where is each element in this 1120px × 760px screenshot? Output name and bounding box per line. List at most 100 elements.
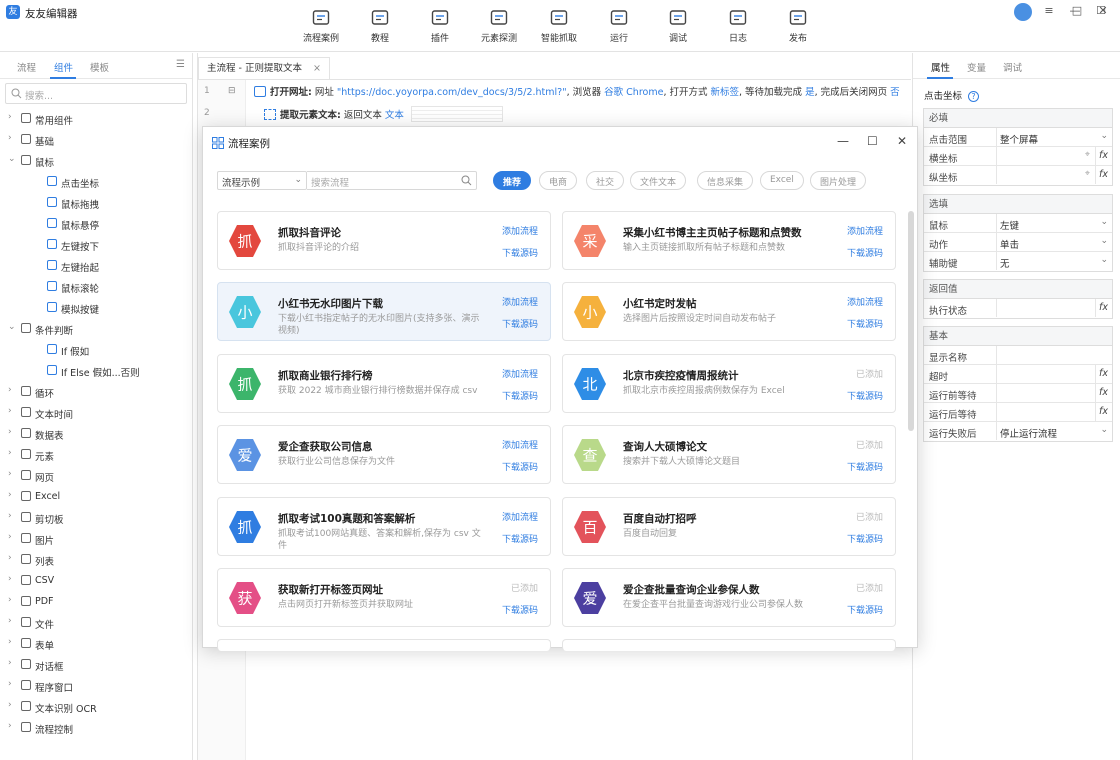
code-line-extract-text[interactable]: 提取元素文本: 返回文本 文本 — [264, 106, 503, 122]
toolbar-button-element-detect[interactable]: 元素探测 — [472, 8, 526, 44]
toolbar-button-plugin[interactable]: 插件 — [413, 8, 467, 44]
tree-group[interactable]: › 网页 — [0, 467, 192, 486]
property-input[interactable] — [996, 346, 1110, 364]
tree-group[interactable]: › 数据表 — [0, 425, 192, 444]
chevron-down-icon[interactable]: ⌄ — [1100, 217, 1108, 227]
case-card[interactable]: 百 百度自动打招呼 百度自动回复 已添加 下载源码 — [562, 497, 896, 556]
tree-item[interactable]: If 假如 — [0, 341, 192, 360]
tree-item[interactable]: 鼠标滚轮 — [0, 278, 192, 297]
toolbar-button-run[interactable]: 运行 — [592, 8, 646, 44]
editor-tab[interactable]: 主流程 - 正则提取文本 × — [198, 57, 330, 79]
add-flow-button[interactable]: 添加流程 — [502, 224, 538, 237]
download-source-button[interactable]: 下载源码 — [847, 317, 883, 330]
chevron-right-icon[interactable]: › — [8, 616, 12, 626]
add-flow-button[interactable]: 添加流程 — [502, 295, 538, 308]
tree-group[interactable]: › 表单 — [0, 635, 192, 654]
filter-chip[interactable]: Excel — [760, 171, 804, 190]
case-card[interactable]: 爱 爱企查获取公司信息 获取行业公司信息保存为文件 添加流程 下载源码 — [217, 425, 551, 484]
property-select[interactable]: 单击 — [996, 233, 1110, 251]
chevron-right-icon[interactable]: › — [8, 490, 12, 500]
tree-group[interactable]: › 剪切板 — [0, 509, 192, 528]
chevron-right-icon[interactable]: › — [8, 553, 12, 563]
tree-group[interactable]: › 常用组件 — [0, 110, 192, 129]
toolbar-button-play-screen[interactable]: 教程 — [353, 8, 407, 44]
tab-variables[interactable]: 变量 — [967, 60, 986, 74]
tree-group[interactable]: › CSV — [0, 572, 192, 591]
expression-icon[interactable]: fx — [1099, 368, 1108, 379]
tab-templates[interactable]: 模板 — [90, 60, 109, 74]
target-picker-icon[interactable]: ⌖ — [1085, 169, 1090, 179]
chevron-right-icon[interactable]: › — [8, 595, 12, 605]
toolbar-button-smart-grab[interactable]: 智能抓取 — [532, 8, 586, 44]
case-card[interactable]: 小 小红书定时发帖 选择图片后按照设定时间自动发布帖子 添加流程 下载源码 — [562, 282, 896, 341]
add-flow-button[interactable]: 添加流程 — [502, 510, 538, 523]
window-maximize-box-icon[interactable]: □ — [1068, 3, 1086, 19]
case-card[interactable]: 查 查询人大硕博论文 搜索并下载人大硕博论文题目 已添加 下载源码 — [562, 425, 896, 484]
property-input[interactable] — [996, 299, 1096, 317]
collapse-panel-icon[interactable]: ☰ — [176, 59, 185, 70]
tree-item[interactable]: 模拟按键 — [0, 299, 192, 318]
chevron-right-icon[interactable]: › — [8, 406, 12, 416]
chevron-down-icon[interactable]: ⌄ — [1100, 131, 1108, 141]
chevron-down-icon[interactable]: ⌄ — [1100, 255, 1108, 265]
chevron-right-icon[interactable]: › — [8, 574, 12, 584]
download-source-button[interactable]: 下载源码 — [502, 389, 538, 402]
collapse-block-icon[interactable]: ⊟ — [228, 86, 236, 96]
tree-item[interactable]: 鼠标拖拽 — [0, 194, 192, 213]
target-picker-icon[interactable]: ⌖ — [1085, 150, 1090, 160]
tree-item[interactable]: 鼠标悬停 — [0, 215, 192, 234]
tree-group[interactable]: › 元素 — [0, 446, 192, 465]
download-source-button[interactable]: 下载源码 — [847, 603, 883, 616]
tree-item[interactable]: 点击坐标 — [0, 173, 192, 192]
tree-group[interactable]: › 图片 — [0, 530, 192, 549]
tree-item[interactable]: 左键抬起 — [0, 257, 192, 276]
case-card[interactable]: 采 采集小红书博主主页帖子标题和点赞数 输入主页链接抓取所有帖子标题和点赞数 添加流程… — [562, 211, 896, 270]
toolbar-button-log[interactable]: 日志 — [711, 8, 765, 44]
case-card[interactable]: 北 北京市疾控疫情周报统计 抓取北京市疾控周报病例数保存为 Excel 已添加 下载源码 — [562, 354, 896, 413]
expression-icon[interactable]: fx — [1099, 302, 1108, 313]
tree-group[interactable]: › 对话框 — [0, 656, 192, 675]
tree-group[interactable]: › 基础 — [0, 131, 192, 150]
help-icon[interactable]: ? — [968, 91, 980, 102]
download-source-button[interactable]: 下载源码 — [847, 246, 883, 259]
add-flow-button[interactable]: 添加流程 — [502, 438, 538, 451]
dialog-maximize-icon[interactable]: ☐ — [867, 134, 878, 148]
download-source-button[interactable]: 下载源码 — [847, 389, 883, 402]
tree-group[interactable]: › 文本时间 — [0, 404, 192, 423]
expression-icon[interactable]: fx — [1099, 387, 1108, 398]
expression-icon[interactable]: fx — [1099, 406, 1108, 417]
case-card[interactable]: 抓 抓取商业银行排行榜 获取 2022 城市商业银行排行榜数据并保存成 csv 添加流… — [217, 354, 551, 413]
tree-group[interactable]: › 文本识别 OCR — [0, 698, 192, 717]
filter-chip[interactable]: 信息采集 — [697, 171, 754, 190]
component-search-input[interactable]: 搜索... — [5, 83, 187, 104]
download-source-button[interactable]: 下载源码 — [847, 532, 883, 545]
chevron-right-icon[interactable]: › — [8, 532, 12, 542]
property-select[interactable]: 停止运行流程 — [996, 422, 1110, 440]
case-card[interactable]: 爱 爱企查批量查询企业参保人数 在爱企查平台批量查询游戏行业公司参保人数 已添加 下载源… — [562, 568, 896, 627]
code-line-open-url[interactable]: 打开网址: 网址 "https://doc.yoyorpa.com/dev_do… — [254, 84, 900, 98]
expression-icon[interactable]: fx — [1099, 169, 1108, 180]
case-card[interactable]: 抓 抓取抖音评论 抓取抖音评论的介绍 添加流程 下载源码 — [217, 211, 551, 270]
tree-group[interactable]: › PDF — [0, 593, 192, 612]
tab-flow[interactable]: 流程 — [17, 60, 36, 74]
property-select[interactable]: 无 — [996, 252, 1110, 270]
user-avatar[interactable] — [1014, 3, 1032, 21]
property-select[interactable]: 整个屏幕 — [996, 128, 1110, 146]
chevron-down-icon[interactable]: ⌄ — [8, 154, 16, 164]
case-card[interactable]: 获 获取新打开标签页网址 点击网页打开新标签页并获取网址 已添加 下载源码 — [217, 568, 551, 627]
chevron-right-icon[interactable]: › — [8, 637, 12, 647]
download-source-button[interactable]: 下载源码 — [502, 603, 538, 616]
property-input[interactable] — [996, 147, 1096, 165]
toolbar-button-publish[interactable]: 发布 — [771, 8, 825, 44]
filter-chip[interactable]: 推荐 — [493, 171, 532, 190]
tab-debug[interactable]: 调试 — [1003, 60, 1022, 74]
category-select[interactable]: 流程示例 ⌄ — [217, 171, 307, 190]
tree-group[interactable]: › 文件 — [0, 614, 192, 633]
filter-chip[interactable]: 社交 — [586, 171, 625, 190]
chevron-down-icon[interactable]: ⌄ — [1100, 236, 1108, 246]
add-flow-button[interactable]: 添加流程 — [847, 224, 883, 237]
case-card[interactable]: 小 小红书无水印图片下载 下载小红书指定帖子的无水印图片(支持多张、演示视频) 添加流… — [217, 282, 551, 341]
add-flow-button[interactable]: 添加流程 — [502, 367, 538, 380]
tree-item[interactable]: If Else 假如...否则 — [0, 362, 192, 381]
chevron-right-icon[interactable]: › — [8, 448, 12, 458]
